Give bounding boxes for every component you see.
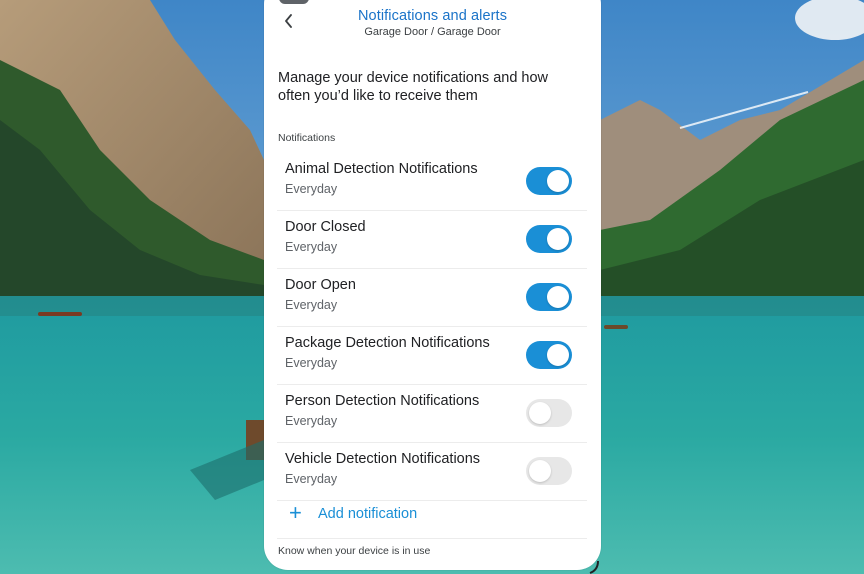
add-notification-label: Add notification (318, 506, 418, 522)
notification-row-animal-detection[interactable]: Animal Detection Notifications Everyday (277, 153, 587, 211)
notification-frequency: Everyday (285, 298, 338, 312)
notification-title: Package Detection Notifications (285, 335, 490, 351)
notification-frequency: Everyday (285, 240, 338, 254)
notification-row-door-closed[interactable]: Door Closed Everyday (277, 211, 587, 269)
notification-frequency: Everyday (285, 472, 338, 486)
toggle-knob (529, 460, 551, 482)
notification-title: Animal Detection Notifications (285, 161, 478, 177)
plus-icon: + (289, 500, 302, 525)
toggle-knob (529, 402, 551, 424)
footer-note: Know when your device is in use (278, 545, 431, 557)
notification-frequency: Everyday (285, 182, 338, 196)
notification-title: Vehicle Detection Notifications (285, 451, 481, 467)
toggle-animal-detection[interactable] (526, 167, 572, 195)
notification-title: Door Closed (285, 219, 366, 235)
notification-list: Animal Detection Notifications Everyday … (277, 153, 587, 501)
toggle-knob (547, 286, 569, 308)
notifications-panel: Notifications and alerts Garage Door / G… (264, 0, 601, 570)
toggle-person-detection[interactable] (526, 399, 572, 427)
toggle-door-closed[interactable] (526, 225, 572, 253)
notification-row-door-open[interactable]: Door Open Everyday (277, 269, 587, 327)
toggle-door-open[interactable] (526, 283, 572, 311)
notification-row-person-detection[interactable]: Person Detection Notifications Everyday (277, 385, 587, 443)
notification-title: Person Detection Notifications (285, 393, 480, 409)
toggle-vehicle-detection[interactable] (526, 457, 572, 485)
notification-frequency: Everyday (285, 414, 338, 428)
notification-title: Door Open (285, 277, 356, 293)
panel-corner-arc (589, 560, 599, 574)
toggle-package-detection[interactable] (526, 341, 572, 369)
notification-row-vehicle-detection[interactable]: Vehicle Detection Notifications Everyday (277, 443, 587, 501)
add-notification-button[interactable]: + Add notification (277, 496, 587, 539)
device-breadcrumb: Garage Door / Garage Door (364, 26, 501, 38)
panel-top-handle (279, 0, 309, 4)
section-label-notifications: Notifications (278, 132, 336, 144)
toggle-knob (547, 170, 569, 192)
notification-frequency: Everyday (285, 356, 338, 370)
intro-text: Manage your device notifications and how… (278, 70, 549, 104)
page-title: Notifications and alerts (357, 8, 508, 24)
notification-row-package-detection[interactable]: Package Detection Notifications Everyday (277, 327, 587, 385)
toggle-knob (547, 228, 569, 250)
toggle-knob (547, 344, 569, 366)
